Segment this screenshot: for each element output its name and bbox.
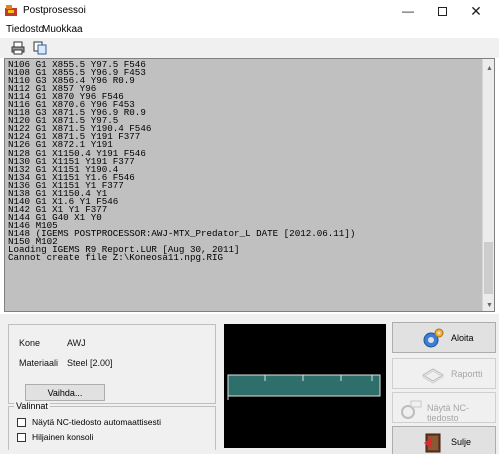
close-button[interactable]: ✕ [459,0,493,22]
show-nc-label: Näytä NC-tiedosto automaattisesti [32,417,161,427]
window-title: Postprosessoi [23,5,86,16]
machine-value: AWJ [67,338,86,348]
show-nc-checkbox[interactable] [17,417,26,427]
print-button[interactable] [10,40,26,56]
gears-icon [423,328,444,348]
material-value: Steel [2.00] [67,358,113,368]
quiet-console-label: Hiljainen konsoli [32,432,94,442]
scroll-down-icon[interactable]: ▼ [486,302,493,309]
quiet-console-checkbox[interactable] [17,432,26,442]
report-label: Raportti [451,369,483,379]
bottom-panel: Kone AWJ Materiaali Steel [2.00] Vaihda.… [0,314,499,454]
console-line: Cannot create file Z:\Koneosa11.npg.RIG [8,252,224,264]
machine-label: Kone [19,338,41,348]
material-label: Materiaali [19,358,59,368]
minimize-button[interactable]: — [391,0,425,22]
report-icon [422,368,444,384]
menu-edit[interactable]: Muokkaa [42,24,83,35]
change-material-button[interactable]: Vaihda... [25,384,105,401]
show-nc-button[interactable]: Näytä NC-tiedosto [392,392,496,423]
close-window-button[interactable]: Sulje [392,426,496,454]
exit-door-icon [424,433,441,453]
quiet-console-option[interactable]: Hiljainen konsoli [17,432,93,442]
scroll-up-icon[interactable]: ▲ [486,65,493,72]
options-legend: Valinnat [14,401,50,411]
start-button[interactable]: Aloita [392,322,496,353]
console-lines: N106 G1 X855.5 Y97.5 F546 N108 G1 X855.5 … [8,60,356,264]
options-group: Valinnat Näytä NC-tiedosto automaattises… [8,401,216,450]
app-icon [5,5,17,16]
scroll-thumb[interactable] [484,242,493,294]
vertical-scrollbar[interactable]: ▲ ▼ [482,59,494,311]
nc-file-icon [401,400,422,419]
maximize-button[interactable] [425,0,459,22]
console-output[interactable]: N106 G1 X855.5 Y97.5 F546 N108 G1 X855.5 … [4,58,495,312]
show-nc-button-label: Näytä NC-tiedosto [427,403,470,423]
close-label: Sulje [451,437,472,447]
console-line: N144 G1 G40 X1 Y0 [8,211,102,223]
start-label: Aloita [451,333,474,343]
part-preview-graphic [227,374,381,400]
machine-info-group: Kone AWJ Materiaali Steel [2.00] Vaihda.… [8,324,216,404]
menu-file[interactable]: Tiedosto [6,24,44,35]
copy-icon [33,41,47,55]
toolpath-preview [224,324,386,448]
report-button[interactable]: Raportti [392,358,496,389]
copy-button[interactable] [32,40,48,56]
toolbar [0,38,499,58]
title-bar: Postprosessoi — ✕ [0,0,499,22]
printer-icon [11,41,25,55]
console-line: N148 (IGEMS POSTPROCESSOR:AWJ-MTX_Predat… [8,227,356,239]
maximize-icon [437,6,447,16]
menu-bar: Tiedosto Muokkaa [0,22,499,38]
show-nc-option[interactable]: Näytä NC-tiedosto automaattisesti [17,417,161,427]
